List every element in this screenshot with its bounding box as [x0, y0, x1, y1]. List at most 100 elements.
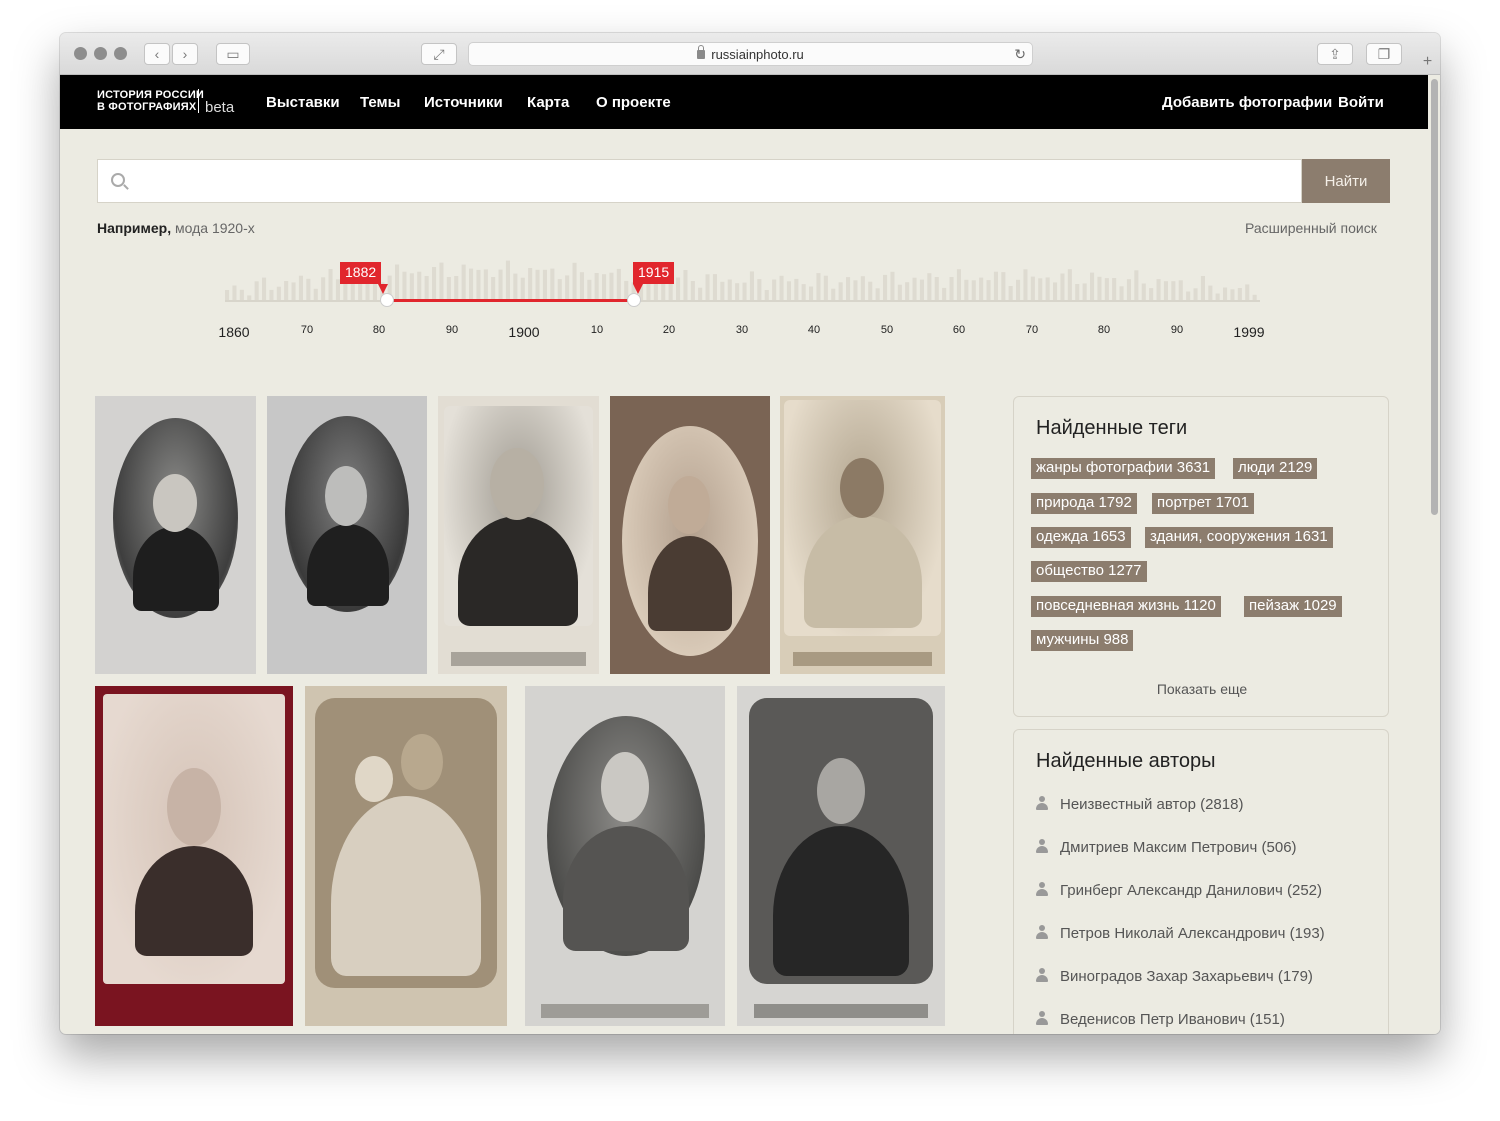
- histogram-bar: [557, 279, 562, 300]
- search-input[interactable]: [138, 160, 1288, 202]
- histogram-bar: [653, 281, 658, 300]
- tag-item[interactable]: одежда 1653: [1031, 527, 1131, 548]
- histogram-bar: [321, 277, 326, 300]
- tag-item[interactable]: мужчины 988: [1031, 630, 1134, 651]
- author-item[interactable]: Неизвестный автор (2818): [1036, 796, 1243, 813]
- photo-card[interactable]: [737, 686, 945, 1026]
- tag-item[interactable]: общество 1277: [1031, 561, 1147, 582]
- person-icon: [1036, 925, 1048, 939]
- tag-item[interactable]: жанры фотографии 3631: [1031, 458, 1216, 479]
- photo-card[interactable]: [95, 396, 256, 674]
- histogram-bar: [461, 264, 466, 300]
- range-start-handle[interactable]: [380, 293, 394, 307]
- photo-card[interactable]: [438, 396, 599, 674]
- histogram-bar: [1141, 283, 1146, 300]
- histogram-bar: [742, 282, 747, 300]
- tag-item[interactable]: люди 2129: [1233, 458, 1318, 479]
- photo-studio-stamp: [450, 652, 587, 666]
- histogram-bar: [786, 281, 791, 300]
- author-item[interactable]: Веденисов Петр Иванович (151): [1036, 1011, 1285, 1028]
- nav-map[interactable]: Карта: [527, 94, 569, 111]
- example-query-link[interactable]: мода 1920-х: [171, 220, 255, 236]
- close-window-icon[interactable]: [74, 47, 87, 60]
- browser-window: ‹ › ▭ ⤢ russiainphoto.ru ↻ ⇪ ❐ ИСТОРИЯ Р…: [60, 33, 1440, 1034]
- author-item[interactable]: Петров Николай Александрович (193): [1036, 925, 1325, 942]
- histogram-bar: [1171, 281, 1176, 300]
- year-label: 90: [1170, 324, 1184, 336]
- site-logo[interactable]: ИСТОРИЯ РОССИИ В ФОТОГРАФИЯХ: [97, 89, 204, 113]
- add-photos-link[interactable]: Добавить фотографии: [1162, 94, 1332, 111]
- author-item[interactable]: Дмитриев Максим Петрович (506): [1036, 839, 1297, 856]
- histogram-bar: [690, 281, 695, 300]
- reload-icon[interactable]: ↻: [1014, 46, 1026, 63]
- histogram-bar: [949, 277, 954, 300]
- histogram-bar: [956, 269, 961, 300]
- histogram-bar: [528, 268, 533, 300]
- histogram-bar: [469, 268, 474, 300]
- histogram-bar: [853, 280, 858, 300]
- photo-card[interactable]: [610, 396, 770, 674]
- histogram-bar: [602, 274, 607, 300]
- tag-item[interactable]: природа 1792: [1031, 493, 1137, 514]
- histogram-bar: [1200, 276, 1205, 300]
- histogram-bar: [971, 280, 976, 300]
- histogram-bar: [454, 276, 459, 300]
- address-bar[interactable]: russiainphoto.ru ↻: [468, 42, 1033, 66]
- url-text: russiainphoto.ru: [711, 46, 804, 62]
- tag-item[interactable]: портрет 1701: [1152, 493, 1254, 514]
- chevron-right-icon[interactable]: ›: [172, 43, 198, 65]
- histogram-bar: [254, 281, 259, 300]
- minimize-window-icon[interactable]: [94, 47, 107, 60]
- histogram-bar: [1208, 285, 1213, 300]
- histogram-bar: [232, 285, 237, 300]
- histogram-bar: [1067, 269, 1072, 300]
- histogram-bar: [1023, 269, 1028, 300]
- histogram-bar: [698, 287, 703, 300]
- histogram-bar: [749, 271, 754, 300]
- lock-icon: [697, 44, 706, 59]
- tag-item[interactable]: повседневная жизнь 1120: [1031, 596, 1221, 617]
- chevron-left-icon[interactable]: ‹: [144, 43, 170, 65]
- histogram-bar: [498, 269, 503, 300]
- range-end-handle[interactable]: [627, 293, 641, 307]
- photo-card[interactable]: [525, 686, 725, 1026]
- login-link[interactable]: Войти: [1338, 94, 1384, 111]
- tag-item[interactable]: пейзаж 1029: [1244, 596, 1342, 617]
- author-name: Гринберг Александр Данилович (252): [1060, 882, 1323, 899]
- photo-face-child: [355, 756, 393, 802]
- photo-card[interactable]: [95, 686, 293, 1026]
- histogram-bar: [565, 275, 570, 300]
- search-field[interactable]: [97, 159, 1302, 203]
- tabs-icon[interactable]: ❐: [1366, 43, 1402, 65]
- histogram-bar: [823, 275, 828, 300]
- search-icon: [111, 173, 125, 187]
- histogram-bar: [1156, 279, 1161, 300]
- histogram-bar: [395, 264, 400, 300]
- share-icon[interactable]: ⇪: [1317, 43, 1353, 65]
- author-item[interactable]: Гринберг Александр Данилович (252): [1036, 882, 1322, 899]
- nav-exhibitions[interactable]: Выставки: [266, 94, 340, 111]
- zoom-window-icon[interactable]: [114, 47, 127, 60]
- scrollbar-thumb[interactable]: [1431, 79, 1438, 515]
- search-button[interactable]: Найти: [1302, 159, 1390, 203]
- nav-themes[interactable]: Темы: [360, 94, 400, 111]
- author-item[interactable]: Виноградов Захар Захарьевич (179): [1036, 968, 1313, 985]
- histogram-bar: [1178, 280, 1183, 300]
- histogram-bar: [298, 275, 303, 300]
- photo-card[interactable]: [780, 396, 945, 674]
- histogram-bar: [269, 289, 274, 300]
- histogram-bar: [291, 282, 296, 300]
- expand-icon[interactable]: ⤢: [421, 43, 457, 65]
- advanced-search-link[interactable]: Расширенный поиск: [1245, 220, 1377, 236]
- histogram-bar: [1045, 277, 1050, 300]
- nav-sources[interactable]: Источники: [424, 94, 503, 111]
- tag-item[interactable]: здания, сооружения 1631: [1145, 527, 1333, 548]
- nav-about[interactable]: О проекте: [596, 94, 671, 111]
- plus-icon[interactable]: +: [1415, 53, 1440, 75]
- photo-card[interactable]: [305, 686, 507, 1026]
- histogram-bar: [712, 274, 717, 300]
- histogram-bar: [1223, 287, 1228, 300]
- photo-card[interactable]: [267, 396, 427, 674]
- sidebar-icon[interactable]: ▭: [216, 43, 250, 65]
- show-more-tags-link[interactable]: Показать еще: [1014, 681, 1390, 697]
